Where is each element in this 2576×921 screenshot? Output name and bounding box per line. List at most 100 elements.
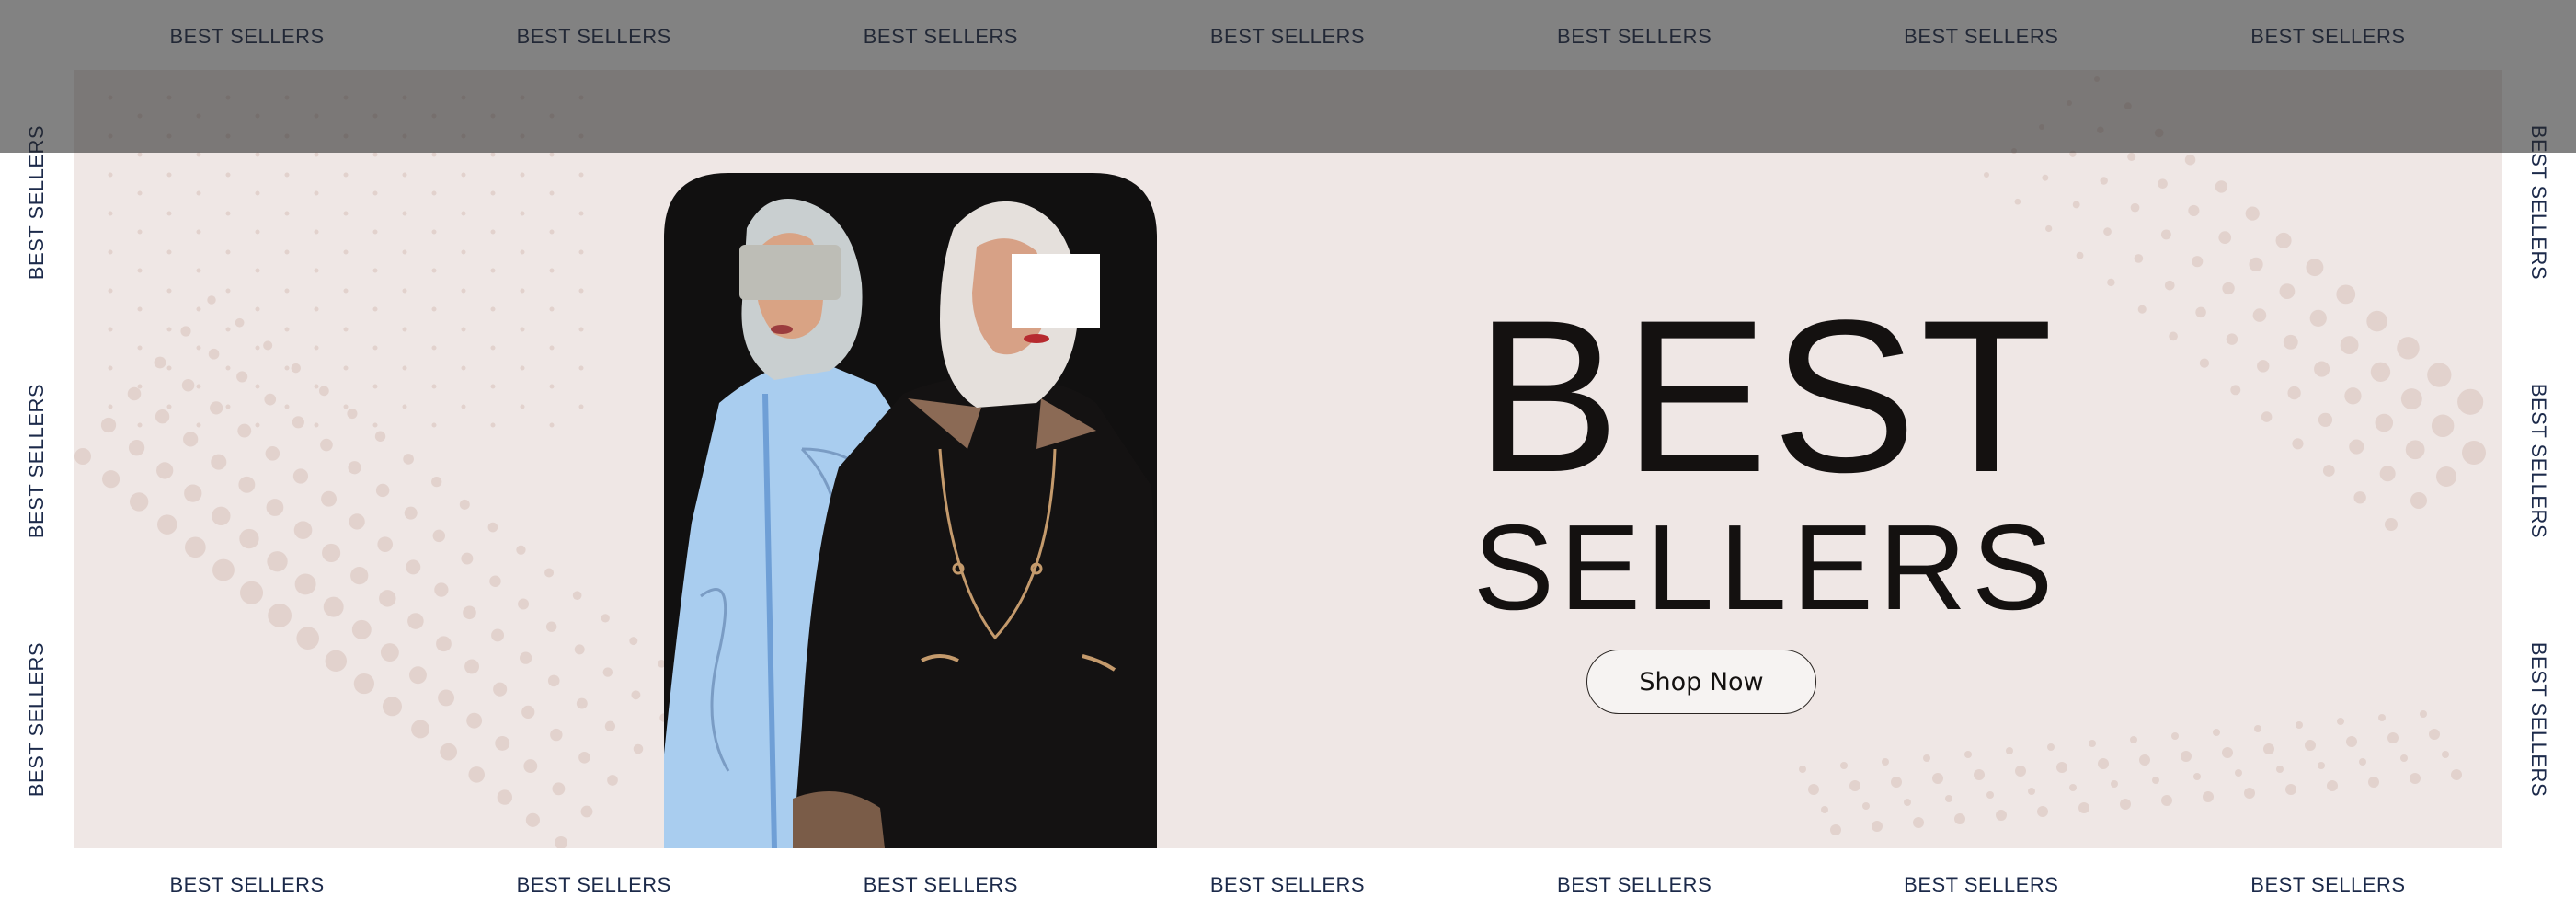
decor-dot [2192, 256, 2204, 268]
decor-dot [461, 327, 466, 332]
decor-dot [490, 152, 496, 157]
decor-dot [372, 268, 378, 273]
marquee-item: BEST SELLERS [1904, 25, 2059, 48]
decor-dot [578, 133, 584, 139]
decor-dot [490, 306, 496, 312]
decor-dot [343, 249, 349, 255]
decor-dot [431, 152, 437, 157]
marquee-item: BEST SELLERS [516, 873, 671, 896]
decor-dot [520, 651, 532, 664]
decor-dot [402, 404, 407, 409]
decor-dot [321, 490, 337, 507]
decor-dot [520, 172, 525, 178]
decor-dot [461, 404, 466, 409]
decor-dot [212, 506, 231, 525]
decor-dot [108, 365, 113, 371]
decor-dot [2442, 751, 2449, 758]
decor-dot [402, 133, 407, 139]
decor-dot [379, 590, 396, 607]
decor-dot [2193, 773, 2201, 780]
decor-dot [549, 268, 555, 273]
decor-dot [404, 506, 418, 520]
decor-dot [545, 621, 557, 632]
decor-dot [633, 743, 644, 754]
marquee-item: BEST SELLERS [1209, 25, 1366, 48]
decor-dot [2427, 363, 2452, 387]
decor-dot [372, 422, 378, 428]
decor-dot [137, 422, 143, 428]
headline-line-sellers: SELLERS [1472, 500, 2059, 635]
decor-dot [2130, 202, 2140, 213]
decor-dot [518, 598, 530, 610]
decor-dot [1808, 784, 1819, 795]
decor-dot [137, 190, 143, 196]
decor-dot [2069, 784, 2077, 791]
decor-dot [196, 268, 201, 273]
decor-dot [602, 667, 613, 677]
decor-dot [2296, 721, 2303, 729]
decor-dot [211, 454, 227, 470]
decor-dot [2037, 806, 2048, 817]
decor-dot [137, 384, 143, 389]
decor-dot [284, 288, 290, 294]
decor-dot [255, 113, 260, 119]
decor-dot [2089, 740, 2096, 747]
decor-dot [2318, 412, 2333, 427]
decor-dot [1840, 762, 1848, 769]
decor-dot [2283, 334, 2298, 350]
decor-dot [2134, 254, 2144, 263]
decor-dot [2127, 152, 2136, 161]
decor-dot [2039, 124, 2044, 130]
decor-dot [255, 306, 260, 312]
decor-dot [431, 306, 437, 312]
decor-dot [284, 211, 290, 216]
decor-dot [157, 514, 177, 535]
decor-dot [372, 306, 378, 312]
marquee-bottom: BEST SELLERS BEST SELLERS BEST SELLERS B… [74, 848, 2502, 921]
decor-dot [2158, 178, 2168, 189]
decor-dot [2457, 388, 2484, 415]
decor-dot [520, 211, 525, 216]
decor-dot [490, 422, 496, 428]
decor-dot [353, 673, 374, 695]
decor-dot [2164, 280, 2175, 291]
decor-dot [166, 95, 172, 100]
decor-dot [466, 712, 483, 729]
decor-dot [2410, 773, 2421, 784]
decor-dot [225, 365, 231, 371]
decor-dot [631, 690, 641, 700]
decor-dot [440, 743, 457, 761]
decor-dot [2306, 259, 2324, 277]
hero-banner[interactable]: BEST SELLERS Shop Now [74, 70, 2502, 848]
decor-dot [294, 573, 316, 595]
decor-dot [2160, 229, 2171, 240]
decor-dot [266, 499, 284, 516]
decor-dot [2069, 150, 2077, 157]
decor-dot [2111, 780, 2118, 788]
decor-dot [487, 522, 498, 533]
decor-dot [2015, 766, 2026, 777]
decor-dot [2171, 732, 2179, 740]
decor-dot [402, 95, 407, 100]
decor-dot [2410, 492, 2427, 509]
decor-dot [225, 211, 231, 216]
decor-dot [166, 211, 172, 216]
decor-dot [2353, 491, 2366, 504]
best-sellers-banner-page: BEST SELLERS BEST SELLERS BEST SELLERS B… [0, 0, 2576, 921]
decor-dot [576, 697, 588, 709]
shop-now-button[interactable]: Shop Now [1586, 650, 1816, 714]
decor-dot [268, 604, 292, 627]
decor-dot [237, 423, 252, 438]
decor-dot [156, 462, 174, 479]
decor-dot [181, 378, 195, 392]
decor-dot [343, 133, 349, 139]
decor-dot [431, 345, 437, 351]
decor-dot [2218, 231, 2232, 244]
decor-dot [1984, 172, 1989, 178]
decor-dot [255, 268, 260, 273]
decor-dot [2098, 758, 2109, 769]
decor-dot [2078, 802, 2089, 813]
decor-dot [2188, 204, 2200, 216]
decor-dot [2139, 754, 2150, 766]
decor-dot [347, 408, 358, 420]
